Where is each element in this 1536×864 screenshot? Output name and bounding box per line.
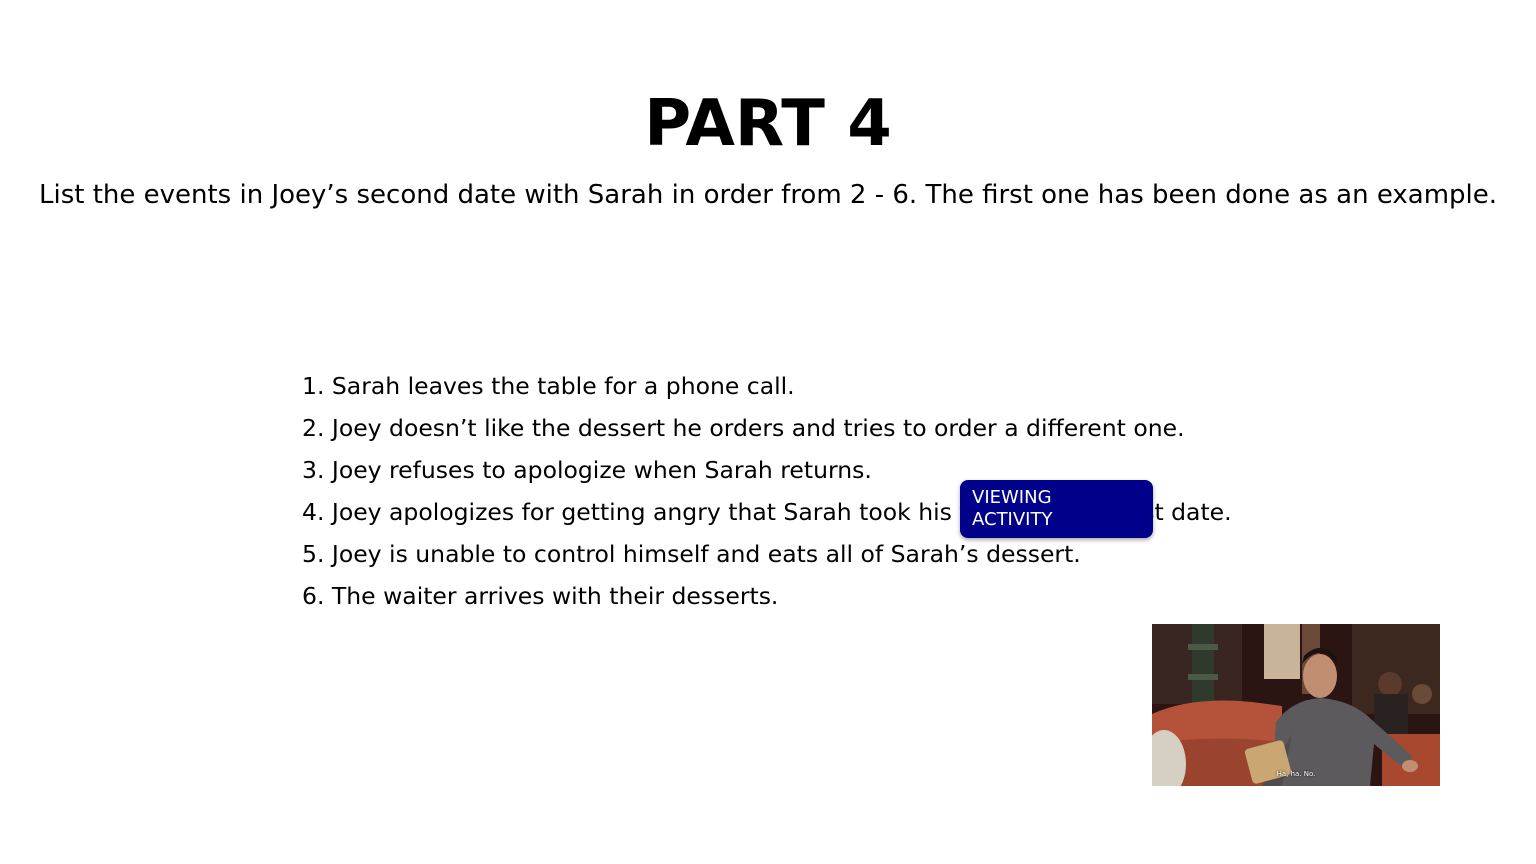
viewing-activity-badge: VIEWING ACTIVITY bbox=[960, 480, 1153, 538]
instructions-text: List the events in Joey’s second date wi… bbox=[38, 180, 1498, 210]
video-frame-image bbox=[1152, 624, 1440, 786]
badge-line-1: VIEWING bbox=[972, 487, 1052, 508]
list-item: 1. Sarah leaves the table for a phone ca… bbox=[302, 372, 795, 400]
list-item: 6. The waiter arrives with their dessert… bbox=[302, 582, 779, 610]
video-thumbnail[interactable]: Ha, ha. No. bbox=[1152, 624, 1440, 786]
badge-line-2: ACTIVITY bbox=[972, 509, 1053, 530]
page-title: PART 4 bbox=[644, 87, 892, 161]
slide: PART 4 List the events in Joey’s second … bbox=[0, 0, 1536, 864]
list-item: 2. Joey doesn’t like the dessert he orde… bbox=[302, 414, 1185, 442]
list-item: 5. Joey is unable to control himself and… bbox=[302, 540, 1081, 568]
video-subtitle: Ha, ha. No. bbox=[1276, 770, 1316, 778]
